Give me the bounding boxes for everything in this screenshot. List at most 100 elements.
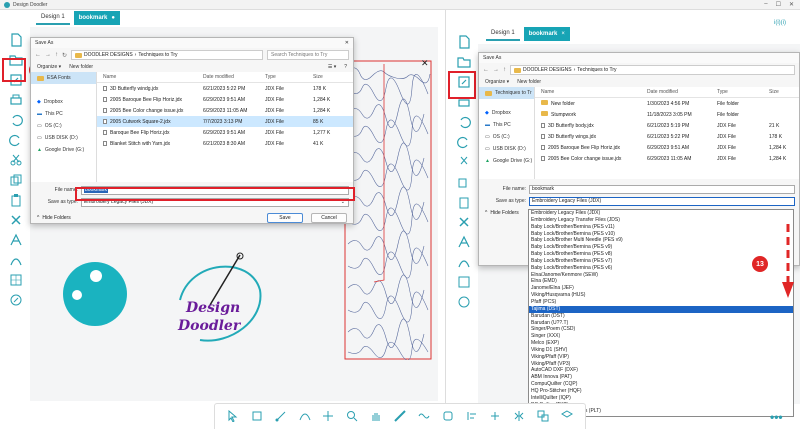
text-tool-icon[interactable] [8,232,24,248]
save-type-option[interactable]: Janome/Elna (JEF) [529,285,793,292]
new-folder-button[interactable]: New folder [517,79,541,85]
copy-icon[interactable] [8,172,24,188]
folder-row[interactable]: New folder 1/30/2023 4:56 PM File folder [535,98,799,109]
save-type-option[interactable]: Singer (XXX) [529,333,793,340]
forward-arrow-icon[interactable]: → [45,52,51,58]
scissors-icon[interactable] [8,152,24,168]
tab-design-1[interactable]: Design 1 [486,27,520,41]
save-type-option[interactable]: Baby Lock/Brother/Bernina (PES v10) [529,231,793,238]
save-type-option[interactable]: Melco (EXP) [529,340,793,347]
save-type-option[interactable]: ABM Innova (PAT) [529,374,793,381]
address-bar[interactable]: DOODLER DESIGNS › Techniques to Try [510,65,795,75]
file-row[interactable]: 3D Butterfly windg.jdx 6/21/2023 5:22 PM J… [97,83,353,94]
save-type-option[interactable]: Baby Lock/Brother Multi Needle (PES v9) [529,237,793,244]
column-header-date[interactable]: Date modified [647,89,717,95]
breadcrumb-item[interactable]: DOODLER DESIGNS [84,52,133,58]
save-type-option[interactable]: Baby Lock/Brother/Bernina (PES v11) [529,224,793,231]
transform-icon[interactable] [251,410,263,424]
delete-x-icon[interactable] [456,214,472,230]
save-type-option[interactable]: IntelliQuilter (IQP) [529,395,793,402]
save-type-option[interactable]: Viking/Pfaff (VP3) [529,361,793,368]
stitch-simulator-icon[interactable] [418,410,430,424]
tab-bookmark[interactable]: bookmark ● [73,11,120,25]
tab-bookmark[interactable]: bookmark × [523,27,570,41]
align-icon[interactable] [466,410,478,424]
nav-item-esa-fonts[interactable]: ESA Fonts [31,72,96,84]
save-button[interactable]: Save [267,213,303,223]
close-window-button[interactable]: ✕ [789,1,794,8]
nav-item-dropbox[interactable]: ◆ Dropbox [479,107,534,119]
hide-folders-toggle[interactable]: Hide Folders [42,215,70,221]
save-type-option[interactable]: HQ Pro-Stitcher (HQF) [529,388,793,395]
save-type-option[interactable]: Baby Lock/Brother/Bernina (PES v8) [529,251,793,258]
nav-item-usb-disk[interactable]: ▭ USB DISK (D:) [479,143,534,155]
save-type-option[interactable]: Singer/Poem (CSD) [529,326,793,333]
save-type-option[interactable]: Elna (EMD) [529,278,793,285]
column-header-size[interactable]: Size [769,89,799,95]
wand-icon[interactable] [456,294,472,310]
nav-item-usb-disk[interactable]: ▭ USB DISK (D:) [31,132,96,144]
text-tool-icon[interactable] [456,234,472,250]
select-arrow-icon[interactable] [227,409,239,424]
save-type-option[interactable]: Tajima (DST) [529,305,793,313]
save-type-option[interactable]: Pfaff (PCS) [529,299,793,306]
tab-design-1[interactable]: Design 1 [36,11,70,25]
hide-folders-toggle[interactable]: Hide Folders [490,210,518,216]
back-arrow-icon[interactable]: ← [483,67,489,73]
redo-icon[interactable] [8,132,24,148]
up-arrow-icon[interactable]: ↑ [503,67,506,73]
curve-icon[interactable] [322,410,334,424]
delete-x-icon[interactable] [8,212,24,228]
close-tab-icon[interactable]: × [561,31,565,37]
nav-item-this-pc[interactable]: ▬ This PC [479,119,534,131]
dialog-close-button[interactable]: ✕ [345,40,349,46]
bezier-icon[interactable] [299,410,311,424]
stitch-tool-icon[interactable] [456,254,472,270]
print-icon[interactable] [8,92,24,108]
save-type-option[interactable]: Embroidery Legacy Transfer Files (JDS) [529,217,793,224]
file-row[interactable]: Blanket Stitch with Yarn.jdx 6/21/2023 8:… [97,138,353,149]
hoop-icon[interactable] [442,410,454,424]
search-input[interactable]: Search Techniques to Try [267,50,349,60]
file-row[interactable]: Baroque Bee Flip Horiz.jdx 6/29/2023 9:51… [97,127,353,138]
forward-arrow-icon[interactable]: → [493,67,499,73]
file-row[interactable]: 2005 Bee Color change issue.jdx 6/29/2023… [97,105,353,116]
fill-tool-icon[interactable] [456,274,472,290]
more-options-icon[interactable]: ••• [770,410,783,424]
save-type-option[interactable]: Baby Lock/Brother/Bernina (PES v9) [529,244,793,251]
file-row[interactable]: 2005 Baroque Bee Flip Horiz.jdx 6/29/2023… [535,142,799,153]
new-folder-button[interactable]: New folder [69,64,93,70]
copy-icon[interactable] [456,174,472,190]
nav-item-techniques[interactable]: Techniques to Tr [479,87,534,99]
open-folder-icon[interactable] [456,54,472,70]
file-row[interactable]: 2005 Bee Color change issue.jdx 6/29/2023… [535,153,799,164]
help-icon[interactable]: ? [344,64,347,70]
breadcrumb-item[interactable]: DOODLER DESIGNS [523,67,572,73]
node-edit-icon[interactable] [275,410,287,424]
measure-icon[interactable] [394,409,406,424]
nav-item-dropbox[interactable]: ◆ Dropbox [31,96,96,108]
nav-item-os-c[interactable]: ▭ OS (C:) [479,131,534,143]
save-type-option[interactable]: Viking/Husqvarna (HUS) [529,292,793,299]
back-arrow-icon[interactable]: ← [35,52,41,58]
save-type-option[interactable]: Elna/Janome/Kenmore (SEW) [529,272,793,279]
file-row[interactable]: 3D Butterfly body.jdx 6/21/2023 5:19 PM JD… [535,120,799,131]
column-header-type[interactable]: Type [717,89,769,95]
view-options-icon[interactable]: ☰ ▾ [328,64,336,70]
mirror-icon[interactable] [513,410,525,424]
nav-item-google-drive[interactable]: ▲ Google Drive (G:) [31,144,96,156]
breadcrumb-item[interactable]: Techniques to Try [138,52,177,58]
new-document-icon[interactable] [456,34,472,50]
up-arrow-icon[interactable]: ↑ [55,52,58,58]
new-document-icon[interactable] [8,32,24,48]
column-header-size[interactable]: Size [313,74,353,80]
minimize-button[interactable]: – [764,1,767,8]
column-header-type[interactable]: Type [265,74,313,80]
undo-icon[interactable] [8,112,24,128]
paste-icon[interactable] [8,192,24,208]
maximize-button[interactable]: ☐ [776,1,781,8]
paste-icon[interactable] [456,194,472,210]
folder-row[interactable]: Stumpwork 11/18/2023 3:05 PM File folder [535,109,799,120]
file-row[interactable]: 3D Butterfly wings.jdx 6/21/2023 5:22 PM J… [535,131,799,142]
file-row[interactable]: 2005 Baroque Bee Flip Horiz.jdx 6/29/2023… [97,94,353,105]
